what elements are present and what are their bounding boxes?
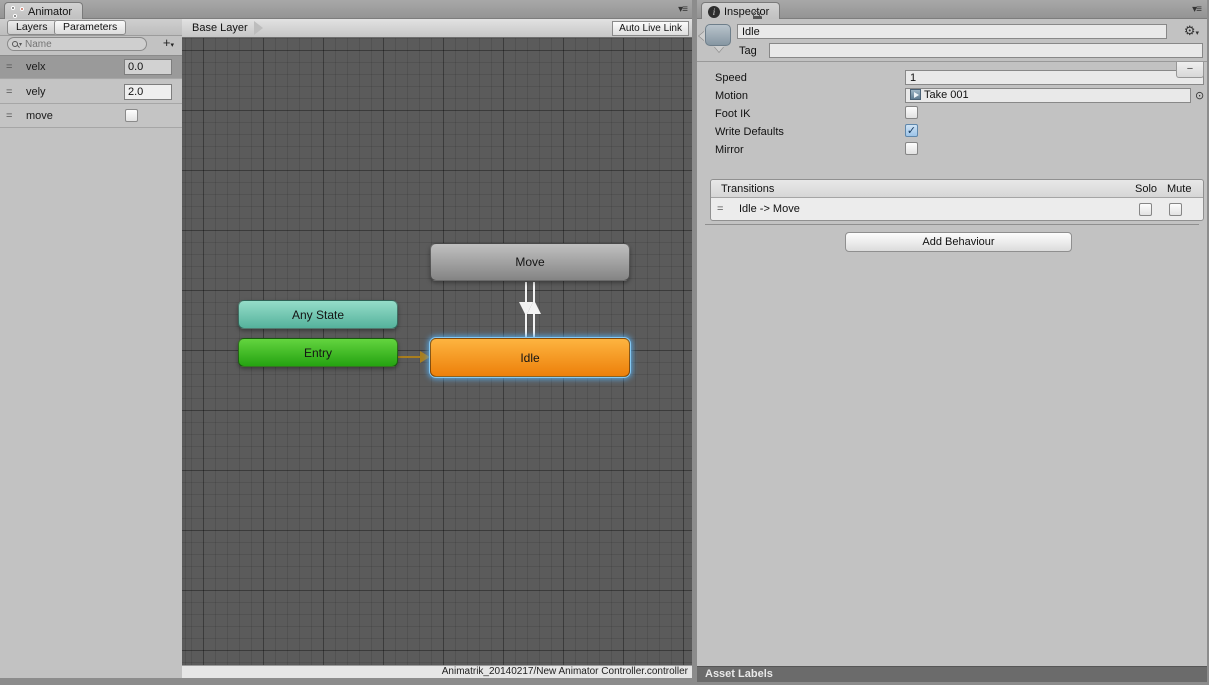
write-defaults-label: Write Defaults xyxy=(715,126,784,138)
parameter-name: vely xyxy=(26,86,124,98)
animator-icon xyxy=(11,6,24,18)
drag-handle-icon[interactable]: = xyxy=(717,203,733,215)
tab-inspector[interactable]: i Inspector xyxy=(701,2,780,20)
parameter-checkbox[interactable] xyxy=(125,109,138,122)
auto-live-link-button[interactable]: Auto Live Link xyxy=(612,21,689,36)
drag-handle-icon[interactable]: = xyxy=(6,110,20,122)
mirror-checkbox[interactable] xyxy=(905,142,918,155)
inspector-panel: ⚙▾ Tag Speed Motion Take 001 ⊙ Foot IK W… xyxy=(697,19,1207,682)
gear-icon[interactable]: ⚙▾ xyxy=(1184,23,1199,39)
add-parameter-caret-icon: ▾ xyxy=(170,42,174,49)
drag-handle-icon[interactable]: = xyxy=(6,61,20,73)
state-node-entry[interactable]: Entry xyxy=(238,338,398,367)
state-machine-canvas[interactable]: Move Any State Entry Idle xyxy=(182,38,692,665)
state-name-field[interactable] xyxy=(737,24,1167,39)
parameter-search[interactable]: ▾ xyxy=(7,37,147,51)
up-arrowhead-icon xyxy=(527,300,541,314)
remove-transition-button[interactable]: − xyxy=(1176,62,1204,78)
transition-row[interactable]: = Idle -> Move xyxy=(711,198,1203,220)
animator-tab-label: Animator xyxy=(28,6,72,18)
foot-ik-checkbox[interactable] xyxy=(905,106,918,119)
solo-column-header: Solo xyxy=(1135,183,1167,195)
animator-sidebar: Layers Parameters ▾ +▾ = velx = vely = m… xyxy=(0,19,182,678)
solo-checkbox[interactable] xyxy=(1139,203,1152,216)
inspector-tabbar: i Inspector ▾≡ xyxy=(697,0,1207,19)
tag-field[interactable] xyxy=(769,43,1203,58)
add-behaviour-button[interactable]: Add Behaviour xyxy=(845,232,1072,252)
parameter-value-input[interactable] xyxy=(124,84,172,100)
parameter-row-velx[interactable]: = velx xyxy=(0,55,182,79)
state-node-idle[interactable]: Idle xyxy=(430,338,630,377)
foot-ik-label: Foot IK xyxy=(715,108,750,120)
parameter-row-vely[interactable]: = vely xyxy=(0,80,182,104)
tab-animator[interactable]: Animator xyxy=(4,2,83,20)
motion-value: Take 001 xyxy=(924,89,969,101)
tag-label: Tag xyxy=(739,45,757,57)
mute-column-header: Mute xyxy=(1167,183,1203,195)
animator-tabbar: Animator ▾≡ xyxy=(0,0,692,19)
transitions-list: Transitions Solo Mute = Idle -> Move xyxy=(710,179,1204,221)
parameter-value-input[interactable] xyxy=(124,59,172,75)
parameter-name: move xyxy=(26,110,125,122)
parameter-name: velx xyxy=(26,61,124,73)
motion-clip-icon xyxy=(910,89,921,100)
animator-context-menu-icon[interactable]: ▾≡ xyxy=(678,4,687,15)
transitions-header: Transitions Solo Mute xyxy=(711,180,1203,198)
transitions-title: Transitions xyxy=(721,183,1135,195)
speed-field[interactable] xyxy=(905,70,1204,85)
parameter-row-move[interactable]: = move xyxy=(0,104,182,128)
asset-labels-bar[interactable]: Asset Labels xyxy=(697,666,1207,682)
motion-field[interactable]: Take 001 xyxy=(905,88,1191,103)
speed-label: Speed xyxy=(715,72,747,84)
state-node-move[interactable]: Move xyxy=(430,243,630,281)
inspector-tab-label: Inspector xyxy=(724,6,769,18)
object-picker-icon[interactable]: ⊙ xyxy=(1195,89,1204,102)
state-node-any-state[interactable]: Any State xyxy=(238,300,398,329)
mirror-label: Mirror xyxy=(715,144,744,156)
layer-breadcrumb-bar: Base Layer Auto Live Link xyxy=(182,19,692,38)
inspector-header: ⚙▾ Tag xyxy=(697,19,1207,62)
search-input[interactable] xyxy=(25,39,125,50)
mute-checkbox[interactable] xyxy=(1169,203,1182,216)
inspector-context-menu-icon[interactable]: ▾≡ xyxy=(1192,4,1201,15)
controller-path-statusbar: Animatrik_20140217/New Animator Controll… xyxy=(182,665,692,678)
tab-layers[interactable]: Layers xyxy=(7,20,57,35)
add-parameter-button[interactable]: +▾ xyxy=(163,36,174,53)
search-icon xyxy=(12,41,18,47)
write-defaults-checkbox[interactable]: ✓ xyxy=(905,124,918,137)
tab-parameters[interactable]: Parameters xyxy=(54,20,126,35)
entry-arrowhead-icon xyxy=(420,351,430,363)
breadcrumb[interactable]: Base Layer xyxy=(182,19,254,37)
transition-label: Idle -> Move xyxy=(739,203,1139,215)
section-divider xyxy=(705,224,1199,225)
motion-label: Motion xyxy=(715,90,748,102)
info-icon: i xyxy=(708,6,720,18)
down-arrowhead-icon xyxy=(519,302,533,316)
drag-handle-icon[interactable]: = xyxy=(6,86,20,98)
state-icon xyxy=(705,24,731,46)
